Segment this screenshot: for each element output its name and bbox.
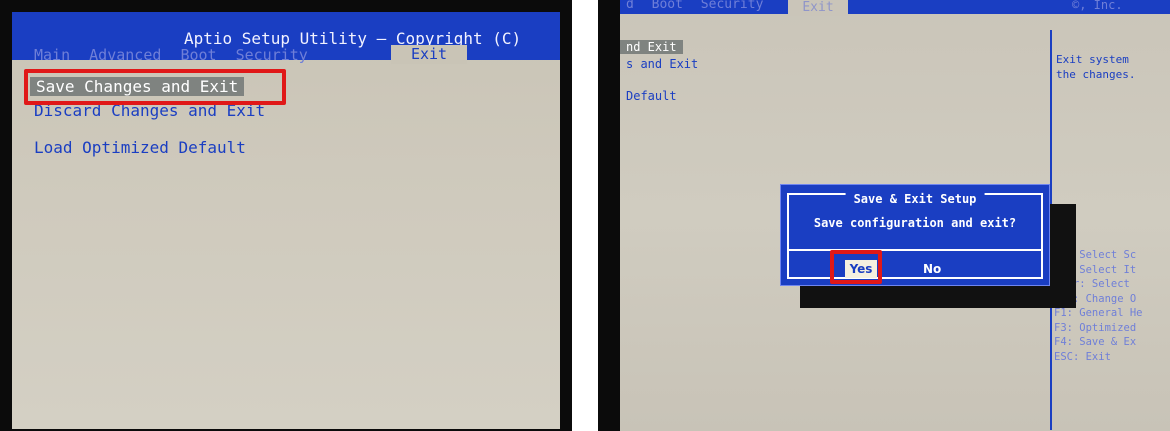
menu-item-save-and-exit[interactable]: nd Exit <box>620 40 683 54</box>
menu-item-load-optimized-default[interactable]: Load Optimized Default <box>34 138 246 157</box>
menu-item-discard-and-exit[interactable]: s and Exit <box>626 57 698 71</box>
tab-partial[interactable]: d <box>626 0 634 12</box>
help-text: Exit system the changes. <box>1056 53 1136 81</box>
bios-screen-right: d Boot Security Exit ©, Inc. nd Exit s a… <box>620 0 1170 431</box>
tab-boot[interactable]: Boot <box>652 0 683 12</box>
highlight-box-save-exit <box>24 69 286 105</box>
tab-security[interactable]: Security <box>701 0 764 12</box>
tab-main[interactable]: Main <box>34 46 70 64</box>
tab-bar: Main Advanced Boot Security <box>34 46 318 64</box>
dialog-frame: Save & Exit Setup <box>787 192 1043 279</box>
bios-photo-left: Aptio Setup Utility – Copyright (C) Main… <box>0 0 572 431</box>
dialog-title: Save & Exit Setup <box>845 192 985 206</box>
no-button[interactable]: No <box>923 260 941 278</box>
dialog-separator <box>787 249 1043 251</box>
highlight-box-yes <box>830 250 882 284</box>
tab-boot[interactable]: Boot <box>180 46 216 64</box>
bios-screen-left: Aptio Setup Utility – Copyright (C) Main… <box>12 12 560 429</box>
tab-exit[interactable]: Exit <box>788 0 848 16</box>
tab-bar: d Boot Security <box>626 0 773 12</box>
menu-item-load-default[interactable]: Default <box>626 89 677 103</box>
tab-exit[interactable]: Exit <box>391 45 467 64</box>
tab-security[interactable]: Security <box>236 46 308 64</box>
dialog-message: Save configuration and exit? <box>813 216 1017 230</box>
bios-photo-right: d Boot Security Exit ©, Inc. nd Exit s a… <box>598 0 1170 431</box>
copyright-fragment: ©, Inc. <box>1072 0 1123 12</box>
save-exit-dialog: Save & Exit Setup Save configuration and… <box>780 184 1050 286</box>
tab-advanced[interactable]: Advanced <box>89 46 161 64</box>
